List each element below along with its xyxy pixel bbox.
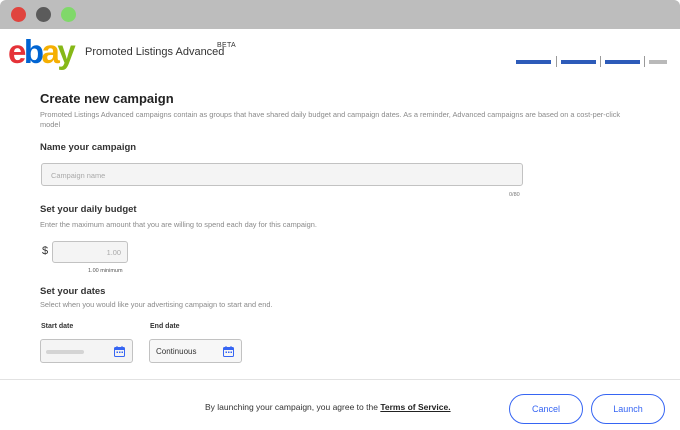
cancel-button[interactable]: Cancel [509,394,583,424]
terms-prefix: By launching your campaign, you agree to… [205,402,378,412]
daily-budget-input[interactable]: 1.00 [52,241,128,263]
page-intro: Promoted Listings Advanced campaigns con… [40,110,621,129]
character-counter: 0/80 [509,192,520,198]
start-date-value [46,350,84,354]
app-header: ebay Promoted Listings Advanced BETA [0,29,680,79]
progress-divider [600,56,601,67]
start-date-picker[interactable] [40,339,133,363]
campaign-name-placeholder: Campaign name [51,171,106,180]
calendar-icon[interactable] [114,346,125,357]
progress-step-2 [561,60,596,64]
progress-divider [644,56,645,67]
end-date-picker[interactable]: Continuous [149,339,242,363]
page-title: Create new campaign [40,91,174,106]
end-date-label: End date [150,323,180,330]
currency-symbol: $ [42,245,49,257]
footer-divider [0,379,680,380]
daily-budget-placeholder: 1.00 [106,248,121,257]
campaign-name-input[interactable]: Campaign name [41,163,523,186]
minimize-window-button[interactable] [36,7,51,22]
dates-helper-text: Select when you would like your advertis… [40,300,273,309]
progress-step-3 [605,60,640,64]
progress-step-4 [649,60,667,64]
dates-section-title: Set your dates [40,286,106,297]
end-date-value: Continuous [156,347,197,356]
close-window-button[interactable] [11,7,26,22]
terms-of-service-link[interactable]: Terms of Service. [380,402,450,412]
budget-helper-text: Enter the maximum amount that you are wi… [40,220,317,229]
start-date-label: Start date [41,323,74,330]
budget-section-title: Set your daily budget [40,204,137,215]
terms-notice: By launching your campaign, you agree to… [205,402,451,412]
launch-button[interactable]: Launch [591,394,665,424]
progress-divider [556,56,557,67]
progress-step-1 [516,60,551,64]
calendar-icon[interactable] [223,346,234,357]
progress-stepper [0,56,680,68]
beta-badge: BETA [217,42,236,49]
window-titlebar [0,0,680,29]
name-section-title: Name your campaign [40,142,137,153]
budget-minimum-note: 1.00 minimum [88,268,123,274]
maximize-window-button[interactable] [61,7,76,22]
